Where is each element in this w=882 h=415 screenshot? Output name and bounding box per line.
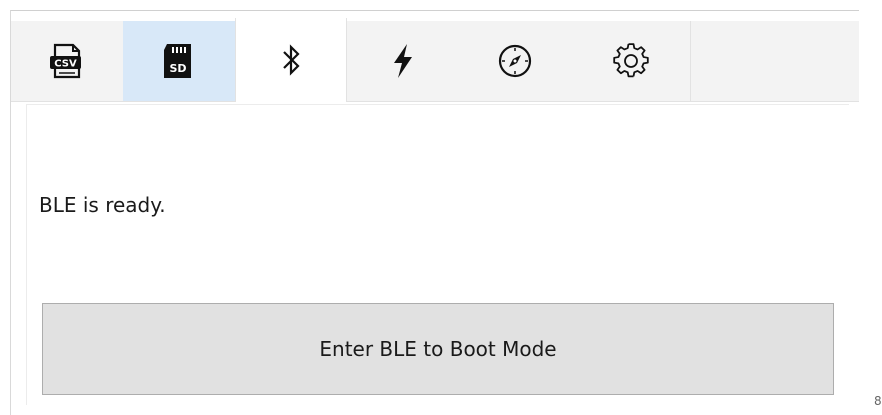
csv-file-icon: CSV — [47, 41, 87, 81]
tab-sd-card[interactable]: SD — [123, 21, 235, 101]
tab-settings[interactable] — [571, 21, 691, 101]
enter-boot-mode-button[interactable]: Enter BLE to Boot Mode — [42, 303, 834, 395]
tab-csv[interactable]: CSV — [11, 21, 123, 101]
tab-bluetooth[interactable] — [235, 18, 347, 102]
edge-glyph: 8 — [874, 394, 882, 408]
gear-icon — [612, 43, 649, 79]
bluetooth-icon — [276, 42, 306, 78]
svg-text:CSV: CSV — [54, 59, 77, 70]
ble-status-text: BLE is ready. — [39, 193, 166, 217]
tab-bar: CSV SD — [11, 18, 859, 102]
svg-text:SD: SD — [169, 62, 186, 75]
tab-power[interactable] — [347, 21, 459, 101]
sd-card-icon: SD — [159, 41, 199, 81]
lightning-bolt-icon — [388, 42, 418, 80]
tab-compass[interactable] — [459, 21, 571, 101]
compass-icon — [497, 43, 533, 79]
